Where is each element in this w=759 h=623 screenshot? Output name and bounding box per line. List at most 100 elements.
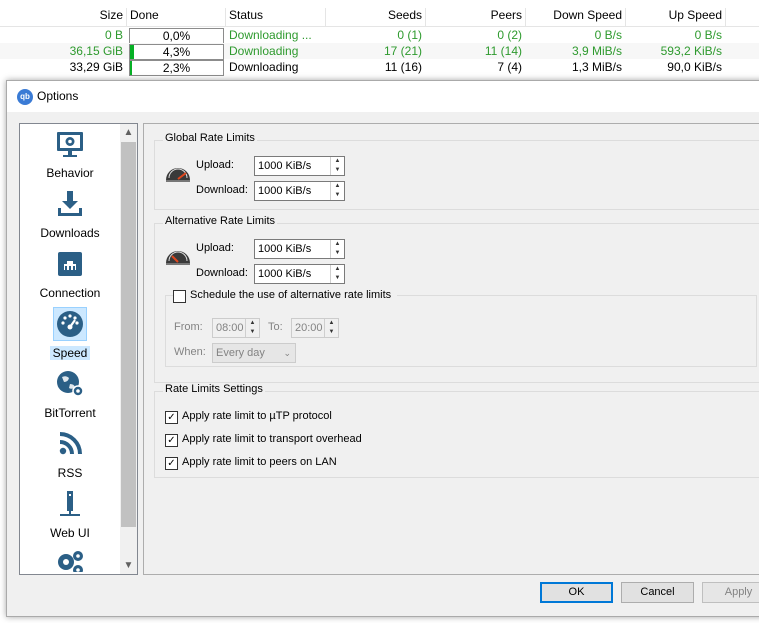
- speed-settings-page: Global Rate Limits Upload: 1000 KiB/s ▲ ▼…: [143, 123, 759, 575]
- cell-status: Downloading ...: [229, 28, 312, 42]
- checkbox-label: Apply rate limit to transport overhead: [182, 433, 362, 445]
- cell-status: Downloading: [229, 44, 299, 58]
- checkbox-box[interactable]: ✓: [165, 457, 178, 470]
- spinbox-value: 1000 KiB/s: [258, 185, 312, 197]
- cell-up-speed: 593,2 KiB/s: [660, 44, 722, 58]
- table-row[interactable]: 33,29 GiB 2,3% Downloading 11 (16) 7 (4)…: [0, 59, 759, 76]
- cell-seeds: 17 (21): [383, 44, 422, 58]
- checkbox-label: Schedule the use of alternative rate lim…: [190, 289, 392, 301]
- gears-icon: [58, 551, 83, 572]
- sidebar-item-bittorrent[interactable]: BitTorrent: [20, 366, 120, 426]
- sidebar-item-rss[interactable]: RSS: [20, 426, 120, 486]
- spin-up-icon[interactable]: ▲: [325, 319, 338, 328]
- table-row[interactable]: 0 B 0,0% Downloading ... 0 (1) 0 (2) 0 B…: [0, 27, 759, 44]
- checkbox-box[interactable]: ✓: [165, 411, 178, 424]
- spin-up-icon[interactable]: ▲: [246, 319, 259, 328]
- sidebar-item-label: Downloads: [40, 226, 100, 240]
- cell-down-speed: 1,3 MiB/s: [571, 60, 622, 74]
- gauge-icon: [166, 168, 190, 182]
- upload-label: Upload:: [196, 242, 234, 254]
- when-select[interactable]: Every day ⌄: [212, 343, 296, 363]
- rss-icon: [59, 432, 82, 455]
- checkbox-box[interactable]: [173, 290, 186, 303]
- apply-button[interactable]: Apply: [702, 582, 759, 603]
- column-header-up-speed[interactable]: Up Speed: [630, 5, 722, 26]
- utp-rate-limit-checkbox[interactable]: ✓ Apply rate limit to µTP protocol: [165, 410, 365, 425]
- cell-size: 0 B: [104, 28, 123, 42]
- global-download-spinbox[interactable]: 1000 KiB/s ▲ ▼: [254, 181, 345, 201]
- options-sidebar: Behavior Downloads Connection Speed BitT…: [19, 123, 138, 575]
- cell-peers: 0 (2): [497, 28, 522, 42]
- sidebar-item-label: Speed: [50, 346, 90, 360]
- chevron-down-icon: ⌄: [283, 348, 291, 358]
- cell-up-speed: 90,0 KiB/s: [667, 60, 722, 74]
- global-rate-limits-group: Global Rate Limits Upload: 1000 KiB/s ▲ ▼…: [154, 132, 759, 210]
- spin-down-icon[interactable]: ▼: [246, 328, 259, 337]
- spinbox-value: 08:00: [216, 322, 244, 334]
- cell-down-speed: 0 B/s: [594, 28, 622, 42]
- scroll-up-icon[interactable]: ▲: [120, 124, 137, 141]
- sidebar-item-label: Web UI: [50, 526, 90, 540]
- sidebar-item-connection[interactable]: Connection: [20, 246, 120, 306]
- column-header-seeds[interactable]: Seeds: [330, 5, 422, 26]
- column-header-size[interactable]: Size: [60, 5, 123, 26]
- scrollbar-thumb[interactable]: [121, 142, 136, 527]
- sidebar-item-speed[interactable]: Speed: [20, 306, 120, 366]
- options-dialog: qb Options Behavior Downloads Connection…: [6, 80, 759, 617]
- sidebar-item-behavior[interactable]: Behavior: [20, 126, 120, 186]
- cancel-button[interactable]: Cancel: [621, 582, 694, 603]
- spin-up-icon[interactable]: ▲: [331, 240, 344, 249]
- lan-peers-checkbox[interactable]: ✓ Apply rate limit to peers on LAN: [165, 456, 365, 471]
- cell-done: 2,3%: [162, 61, 191, 75]
- alt-download-spinbox[interactable]: 1000 KiB/s ▲ ▼: [254, 264, 345, 284]
- download-label: Download:: [196, 267, 248, 279]
- schedule-checkbox[interactable]: Schedule the use of alternative rate lim…: [173, 289, 397, 304]
- sidebar-item-web-ui[interactable]: Web UI: [20, 486, 120, 546]
- spin-down-icon[interactable]: ▼: [331, 274, 344, 283]
- spin-down-icon[interactable]: ▼: [325, 328, 338, 337]
- from-label: From:: [174, 321, 203, 333]
- alternative-rate-limits-group: Alternative Rate Limits Upload: 1000 KiB…: [154, 215, 759, 383]
- from-time-spinbox[interactable]: 08:00 ▲ ▼: [212, 318, 260, 338]
- column-header-down-speed[interactable]: Down Speed: [530, 5, 622, 26]
- column-header-done[interactable]: Done: [130, 5, 220, 26]
- progress-bar: 2,3%: [129, 60, 224, 76]
- download-label: Download:: [196, 184, 248, 196]
- to-time-spinbox[interactable]: 20:00 ▲ ▼: [291, 318, 339, 338]
- checkbox-label: Apply rate limit to peers on LAN: [182, 456, 337, 468]
- app-logo-icon: qb: [17, 89, 33, 105]
- network-port-icon: [58, 252, 82, 276]
- cell-done: 0,0%: [162, 29, 191, 43]
- spin-down-icon[interactable]: ▼: [331, 249, 344, 258]
- sidebar-item-downloads[interactable]: Downloads: [20, 186, 120, 246]
- progress-bar: 4,3%: [129, 44, 224, 60]
- column-header-peers[interactable]: Peers: [430, 5, 522, 26]
- spinbox-value: 1000 KiB/s: [258, 268, 312, 280]
- ok-button[interactable]: OK: [540, 582, 613, 603]
- spin-up-icon[interactable]: ▲: [331, 182, 344, 191]
- scroll-down-icon[interactable]: ▼: [120, 557, 137, 574]
- gauge-alt-icon: [166, 251, 190, 265]
- monitor-gear-icon: [57, 132, 83, 157]
- download-tray-icon: [58, 191, 82, 216]
- transport-overhead-checkbox[interactable]: ✓ Apply rate limit to transport overhead: [165, 433, 385, 448]
- spin-down-icon[interactable]: ▼: [331, 166, 344, 175]
- web-server-icon: [60, 491, 80, 516]
- speedometer-icon: [53, 307, 87, 341]
- group-title: Rate Limits Settings: [163, 383, 265, 395]
- cell-done: 4,3%: [162, 45, 191, 59]
- globe-gear-icon: [57, 371, 84, 397]
- sidebar-item-advanced[interactable]: [20, 546, 120, 572]
- global-upload-spinbox[interactable]: 1000 KiB/s ▲ ▼: [254, 156, 345, 176]
- column-header-status[interactable]: Status: [229, 5, 319, 26]
- spin-up-icon[interactable]: ▲: [331, 157, 344, 166]
- sidebar-item-label: RSS: [57, 466, 83, 480]
- sidebar-scrollbar[interactable]: ▲ ▼: [120, 124, 137, 574]
- spin-down-icon[interactable]: ▼: [331, 191, 344, 200]
- dialog-titlebar[interactable]: qb Options: [7, 81, 759, 112]
- table-row[interactable]: 36,15 GiB 4,3% Downloading 17 (21) 11 (1…: [0, 43, 759, 60]
- alt-upload-spinbox[interactable]: 1000 KiB/s ▲ ▼: [254, 239, 345, 259]
- checkbox-box[interactable]: ✓: [165, 434, 178, 447]
- spin-up-icon[interactable]: ▲: [331, 265, 344, 274]
- cell-peers: 7 (4): [497, 60, 522, 74]
